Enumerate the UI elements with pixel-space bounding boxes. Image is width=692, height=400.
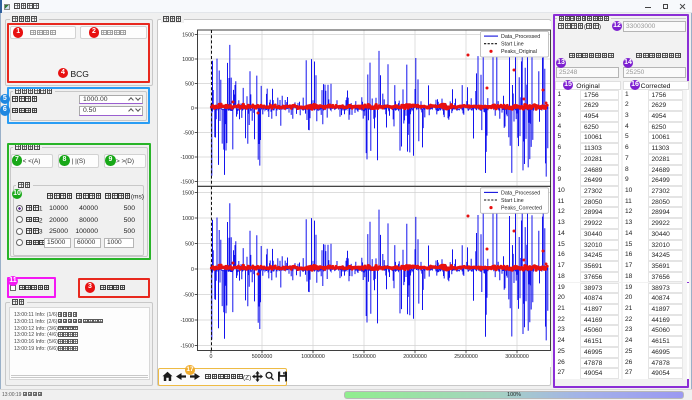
svg-text:Start Line: Start Line bbox=[501, 198, 524, 204]
svg-text:0: 0 bbox=[210, 354, 213, 360]
svg-text:20000000: 20000000 bbox=[403, 354, 427, 360]
svg-text:1500: 1500 bbox=[182, 190, 194, 196]
svg-text:-500: -500 bbox=[183, 130, 194, 136]
svg-text:Peaks_Corrected: Peaks_Corrected bbox=[501, 206, 542, 212]
svg-text:Peaks_Original: Peaks_Original bbox=[501, 49, 537, 55]
svg-text:-1500: -1500 bbox=[180, 179, 194, 185]
svg-text:-500: -500 bbox=[183, 292, 194, 298]
svg-text:1000: 1000 bbox=[182, 57, 194, 63]
svg-text:30000000: 30000000 bbox=[505, 354, 529, 360]
svg-text:-1000: -1000 bbox=[180, 155, 194, 161]
svg-text:Data_Processed: Data_Processed bbox=[501, 190, 540, 196]
svg-text:10000000: 10000000 bbox=[301, 354, 325, 360]
svg-text:15000000: 15000000 bbox=[352, 354, 376, 360]
svg-text:500: 500 bbox=[185, 241, 194, 247]
svg-text:0: 0 bbox=[191, 106, 194, 112]
svg-text:Start Line: Start Line bbox=[501, 42, 524, 48]
svg-text:0: 0 bbox=[191, 267, 194, 273]
svg-text:25000000: 25000000 bbox=[454, 354, 478, 360]
svg-text:1000: 1000 bbox=[182, 216, 194, 222]
svg-text:500: 500 bbox=[185, 81, 194, 87]
svg-text:Data_Processed: Data_Processed bbox=[501, 34, 540, 40]
svg-text:1500: 1500 bbox=[182, 32, 194, 38]
svg-text:5000000: 5000000 bbox=[252, 354, 273, 360]
svg-text:-1000: -1000 bbox=[180, 318, 194, 324]
svg-text:-1500: -1500 bbox=[180, 343, 194, 349]
